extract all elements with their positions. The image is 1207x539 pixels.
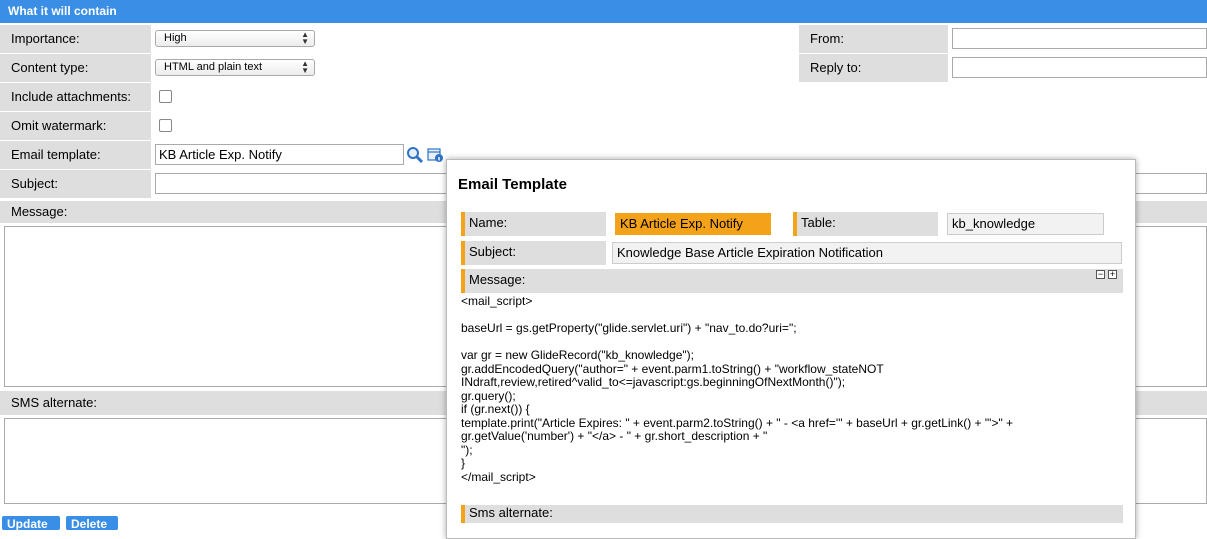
popup-sms-label: Sms alternate: [461,505,1123,523]
search-icon[interactable] [406,146,424,164]
delete-button[interactable]: Delete [66,516,118,530]
email-template-label: Email template: [0,141,151,169]
popup-title: Email Template [458,176,567,193]
popup-subject-label: Subject: [461,241,606,265]
reference-info-icon[interactable] [427,147,444,163]
update-button[interactable]: Update [2,516,60,530]
reply-to-label: Reply to: [799,54,948,82]
section-header: What it will contain [0,0,1207,23]
from-label: From: [799,25,948,53]
expand-icon[interactable]: + [1108,270,1117,279]
content-type-label: Content type: [0,54,151,82]
importance-select[interactable]: High ▲ ▼ [155,30,315,47]
include-attachments-checkbox[interactable] [159,90,172,103]
popup-subject-value: Knowledge Base Article Expiration Notifi… [612,242,1122,264]
popup-table-value: kb_knowledge [947,213,1104,235]
select-arrows-icon: ▲ ▼ [301,59,309,75]
popup-name-label: Name: [461,212,606,236]
include-attachments-label: Include attachments: [0,83,151,111]
popup-message-label: Message: [461,269,1123,293]
importance-value: High [164,32,187,44]
omit-watermark-checkbox[interactable] [159,119,172,132]
popup-name-value: KB Article Exp. Notify [615,213,771,235]
collapse-icon[interactable]: − [1096,270,1105,279]
subject-label: Subject: [0,170,151,198]
select-arrows-icon: ▲ ▼ [301,30,309,46]
importance-label: Importance: [0,25,151,53]
content-type-value: HTML and plain text [164,61,263,73]
reply-to-input[interactable] [952,57,1207,78]
popup-table-label: Table: [793,212,938,236]
email-template-preview-popup: Email Template Name: KB Article Exp. Not… [446,159,1136,539]
omit-watermark-label: Omit watermark: [0,112,151,140]
email-template-input[interactable]: KB Article Exp. Notify [155,144,404,165]
content-type-select[interactable]: HTML and plain text ▲ ▼ [155,59,315,76]
popup-message-code: <mail_script> baseUrl = gs.getProperty("… [461,294,1014,484]
from-input[interactable] [952,28,1207,49]
